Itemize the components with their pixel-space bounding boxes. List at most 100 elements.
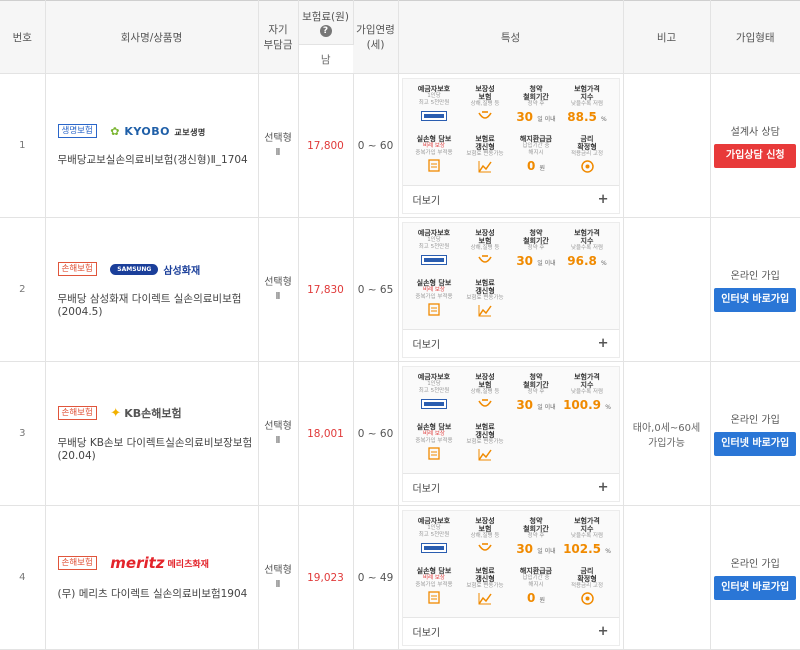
feature-period-sub: 청약 후: [511, 533, 562, 540]
join-button[interactable]: 인터넷 바로가입: [714, 288, 796, 312]
feature-index-title: 보험가격: [562, 373, 613, 381]
row-number: 2: [0, 218, 45, 362]
product-name[interactable]: 무배당교보실손의료비보험(갱신형)Ⅱ_1704: [58, 152, 258, 167]
feature-nonpay-title: 실손형 담보: [409, 567, 460, 575]
header-features: 특성: [398, 1, 623, 74]
feature-period-value: 30 일 이내: [511, 254, 562, 268]
feature-indemnity: 실손형 담보 비례 보상 중복가입 부적용: [409, 567, 460, 610]
feature-renew-title: 보험료: [460, 279, 511, 287]
period-unit: 일 이내: [537, 404, 555, 411]
feature-nonpay-title: 실손형 담보: [409, 135, 460, 143]
company-line: 생명보험 ✿ KYOBO 교보생명: [58, 124, 258, 138]
feature-refund-sub2: 해지시: [511, 582, 562, 589]
product-name[interactable]: (무) 메리츠 다이렉트 실손의료비보험1904: [58, 586, 258, 601]
company-product-cell: 손해보험 meritz메리츠화재 (무) 메리츠 다이렉트 실손의료비보험190…: [45, 506, 258, 650]
feature-deposit-sub2: 최고 5천만원: [409, 244, 460, 251]
table-row: 2 손해보험 SAMSUNG삼성화재 무배당 삼성화재 다이렉트 실손의료비보험…: [0, 218, 800, 362]
feature-coverage-sub: 상해,질병 등: [460, 101, 511, 108]
feature-index-value: 96.8 %: [562, 254, 613, 268]
join-button[interactable]: 인터넷 바로가입: [714, 576, 796, 600]
insurance-type-tag: 손해보험: [58, 262, 97, 276]
feature-deposit-sub2: 최고 5천만원: [409, 388, 460, 395]
join-age-range: 0 ~ 60: [353, 362, 398, 506]
join-cell: 온라인 가입 인터넷 바로가입: [710, 218, 800, 362]
table-row: 1 생명보험 ✿ KYOBO 교보생명 무배당교보실손의료비보험(갱신형)Ⅱ_1…: [0, 74, 800, 218]
company-product-cell: 생명보험 ✿ KYOBO 교보생명 무배당교보실손의료비보험(갱신형)Ⅱ_170…: [45, 74, 258, 218]
header-premium-label: 보험료(원): [299, 9, 353, 24]
feature-index-value: 102.5 %: [562, 542, 613, 556]
join-button[interactable]: 인터넷 바로가입: [714, 432, 796, 456]
chart-icon: [460, 592, 511, 605]
features-cell: 예금자보호 1인당 최고 5천만원 보장성 보험 상해,질병 등 청약 철회기간…: [398, 74, 623, 218]
feature-index-title2: 지수: [562, 525, 613, 533]
feature-deposit-title: 예금자보호: [409, 373, 460, 381]
feature-deposit-title: 예금자보호: [409, 229, 460, 237]
refund-number: 0: [527, 159, 535, 173]
join-cell: 온라인 가입 인터넷 바로가입: [710, 362, 800, 506]
company-logo[interactable]: ✦KB손해보험: [110, 405, 181, 421]
feature-coverage: 보장성 보험 상해,질병 등: [460, 373, 511, 417]
feature-period-title2: 철회기간: [511, 381, 562, 389]
feature-renew-title2: 갱신형: [460, 431, 511, 439]
feature-index-title2: 지수: [562, 381, 613, 389]
more-toggle[interactable]: 더보기 +: [403, 473, 619, 501]
feature-refund: 해지환급금 납입기간 중 해지시 0 원: [511, 135, 562, 178]
refund-unit: 원: [540, 597, 546, 604]
feature-deposit-sub1: 1인당: [409, 525, 460, 532]
deposit-badge-icon: [409, 541, 460, 554]
header-age: 가입연령 (세): [353, 1, 398, 74]
feature-period-value: 30 일 이내: [511, 542, 562, 556]
self-pay-type-grade: Ⅱ: [259, 290, 298, 304]
product-name[interactable]: 무배당 삼성화재 다이렉트 실손의료비보험(2004.5): [58, 291, 258, 318]
feature-index-title2: 지수: [562, 93, 613, 101]
company-logo[interactable]: SAMSUNG삼성화재: [110, 262, 200, 277]
feature-renew-sub: 보험료 변동가능: [460, 583, 511, 590]
period-number: 30: [516, 542, 533, 556]
feature-renewal: 보험료 갱신형 보험료 변동가능: [460, 135, 511, 178]
premium-value: 17,800: [298, 74, 353, 218]
feature-nonpay-title: 실손형 담보: [409, 279, 460, 287]
feature-deposit: 예금자보호 1인당 최고 5천만원: [409, 229, 460, 273]
feature-coverage: 보장성 보험 상해,질병 등: [460, 229, 511, 273]
period-unit: 일 이내: [537, 548, 555, 555]
feature-price-index: 보험가격 지수 낮을수록 저렴 100.9 %: [562, 373, 613, 417]
help-icon[interactable]: ?: [320, 25, 332, 37]
more-toggle[interactable]: 더보기 +: [403, 329, 619, 357]
company-logo[interactable]: meritz메리츠화재: [110, 554, 209, 572]
feature-nonpay-sub: 중복가입 부적용: [409, 582, 460, 589]
feature-index-title: 보험가격: [562, 229, 613, 237]
header-self-pay: 자기 부담금: [258, 1, 298, 74]
feature-indemnity: 실손형 담보 비례 보상 중복가입 부적용: [409, 135, 460, 178]
more-label: 더보기: [413, 192, 441, 207]
period-number: 30: [516, 254, 533, 268]
index-unit: %: [605, 548, 611, 555]
feature-period-title: 청약: [511, 85, 562, 93]
index-unit: %: [601, 260, 607, 267]
join-button[interactable]: 가입상담 신청: [714, 144, 796, 168]
more-label: 더보기: [413, 624, 441, 639]
feature-period-value: 30 일 이내: [511, 110, 562, 124]
feature-coverage-title2: 보험: [460, 93, 511, 101]
feature-period-title2: 철회기간: [511, 525, 562, 533]
table-row: 4 손해보험 meritz메리츠화재 (무) 메리츠 다이렉트 실손의료비보험1…: [0, 506, 800, 650]
feature-index-sub: 낮을수록 저렴: [562, 533, 613, 540]
join-age-range: 0 ~ 65: [353, 218, 398, 362]
table-row: 3 손해보험 ✦KB손해보험 무배당 KB손보 다이렉트실손의료비보장보험(20…: [0, 362, 800, 506]
more-toggle[interactable]: 더보기 +: [403, 617, 619, 645]
company-logo[interactable]: ✿ KYOBO 교보생명: [110, 125, 206, 138]
feature-index-title2: 지수: [562, 237, 613, 245]
more-toggle[interactable]: 더보기 +: [403, 185, 619, 213]
features-cell: 예금자보호 1인당 최고 5천만원 보장성 보험 상해,질병 등 청약 철회기간…: [398, 362, 623, 506]
company-line: 손해보험 ✦KB손해보험: [58, 405, 258, 421]
feature-deposit-sub2: 최고 5천만원: [409, 100, 460, 107]
document-icon: [409, 447, 460, 460]
feature-renewal: 보험료 갱신형 보험료 변동가능: [460, 567, 511, 610]
feature-rate-sub: 적용금리 고정: [562, 151, 613, 158]
feature-coverage-title: 보장성: [460, 517, 511, 525]
premium-value: 19,023: [298, 506, 353, 650]
coverage-icon: [460, 110, 511, 123]
index-number: 88.5: [567, 110, 597, 124]
product-name[interactable]: 무배당 KB손보 다이렉트실손의료비보장보험(20.04): [58, 435, 258, 462]
premium-value: 18,001: [298, 362, 353, 506]
feature-index-sub: 낮을수록 저렴: [562, 101, 613, 108]
